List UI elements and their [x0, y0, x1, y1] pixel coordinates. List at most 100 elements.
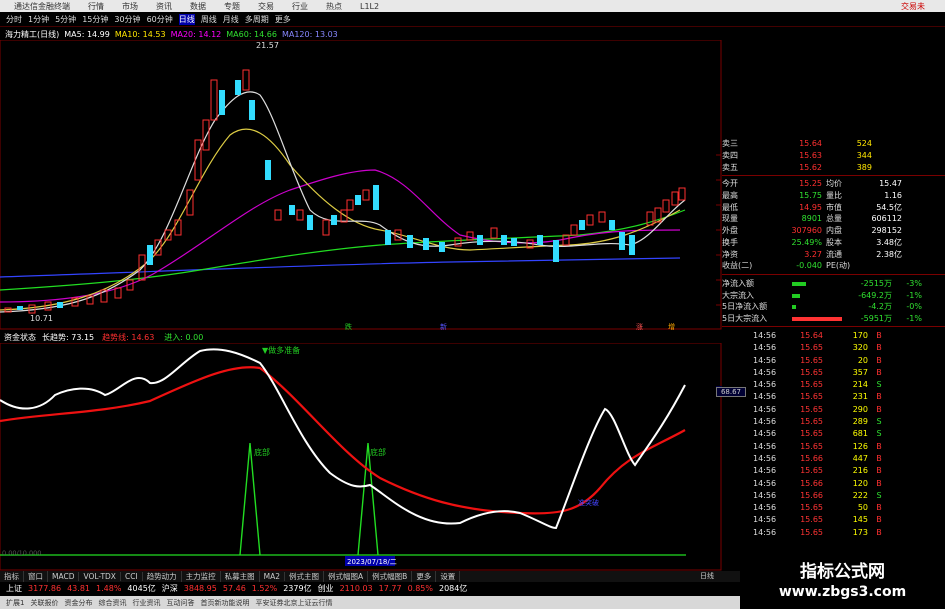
sell-vol: 344 [856, 151, 872, 161]
stat-row: 现量 8901 总量 606112 [722, 213, 945, 225]
tab-item[interactable]: 主力监控 [182, 571, 221, 582]
stat-row: 换手 25.49% 股本 3.48亿 [722, 237, 945, 249]
tick-side: B [876, 527, 882, 537]
tab-item[interactable]: 设置 [436, 571, 461, 582]
stat-row: 外盘 307960 内盘 298152 [722, 225, 945, 237]
tick-row: 14:56 15.64 170 B [722, 329, 945, 341]
index-amount: 4045亿 [127, 584, 156, 593]
tick-price: 15.65 [800, 503, 823, 513]
status-item[interactable]: 资金分布 [64, 598, 92, 608]
period-day[interactable]: 日线 [178, 14, 195, 25]
tab-item[interactable]: 例式主图 [285, 571, 325, 582]
tab-item[interactable]: 趋势动力 [143, 571, 182, 582]
candle [511, 238, 517, 246]
status-item[interactable]: 行业资讯 [132, 598, 160, 608]
menu-zhuanti[interactable]: 专题 [224, 1, 240, 12]
candle [385, 230, 391, 245]
stat-label-2: 股本 [826, 237, 842, 247]
index-value: 3848.95 [183, 584, 217, 593]
candle [289, 205, 295, 215]
flow-label: 大宗流入 [722, 290, 754, 300]
menu-redian[interactable]: 热点 [326, 1, 342, 12]
tab-item[interactable]: 更多 [412, 571, 437, 582]
tab-item[interactable]: CCI [121, 572, 143, 581]
tick-side: B [876, 515, 882, 525]
sell-row: 卖五 15.62 389 [722, 161, 945, 173]
tick-vol: 681 [852, 429, 868, 439]
tab-item[interactable]: 例式幅图B [368, 571, 413, 582]
period-more[interactable]: 更多 [275, 14, 291, 25]
marker-2: 新 [440, 322, 447, 330]
tick-row: 14:56 15.65 290 B [722, 403, 945, 415]
stat-value: 14.95 [799, 202, 822, 212]
menu-zixun[interactable]: 资讯 [156, 1, 172, 12]
status-item[interactable]: 综合资讯 [98, 598, 126, 608]
indicator-bottom-left: 0.00/10.000 [2, 549, 41, 557]
status-item[interactable]: 互动问答 [166, 598, 194, 608]
index-name: 创业 [317, 584, 334, 593]
period-month[interactable]: 月线 [223, 14, 239, 25]
index-pct: 1.48% [96, 584, 122, 593]
tick-price: 15.65 [800, 367, 823, 377]
tick-vol: 290 [852, 404, 868, 414]
stat-label-2: 内盘 [826, 226, 842, 236]
tick-time: 14:56 [753, 392, 777, 402]
status-item[interactable]: 平安证券北京上证云行情 [255, 598, 332, 608]
stat-value-2: 2.38亿 [876, 249, 902, 259]
period-15min[interactable]: 15分钟 [82, 14, 108, 25]
side-tab-day[interactable]: 日线 [700, 571, 740, 582]
status-item[interactable]: 关联报价 [30, 598, 58, 608]
candle [147, 245, 153, 265]
stat-value-2: 15.47 [879, 179, 902, 189]
menu-jiaoyi[interactable]: 交易 [258, 1, 274, 12]
indicator-chart[interactable]: 90.0080.0070.0060.0050.0040.0030.0020.00… [0, 343, 722, 571]
index-change: 57.46 [222, 584, 246, 593]
tick-time: 14:56 [753, 330, 777, 340]
candle [407, 235, 413, 248]
candle [579, 220, 585, 230]
kline-chart[interactable]: 17.0016.0015.0014.0013.0012.0011.00 21.5… [0, 40, 722, 330]
menu-shichang[interactable]: 市场 [122, 1, 138, 12]
status-item[interactable]: 扩展1 [6, 598, 24, 608]
tick-price: 15.65 [800, 404, 823, 414]
tick-time: 14:56 [753, 478, 777, 488]
index-change: 43.81 [67, 584, 90, 593]
tab-item[interactable]: MACD [48, 572, 80, 581]
period-multi[interactable]: 多周期 [245, 14, 269, 25]
menu-hangye[interactable]: 行业 [292, 1, 308, 12]
tick-side: S [876, 417, 882, 427]
menu-hangqing[interactable]: 行情 [88, 1, 104, 12]
status-item[interactable]: 首页新功能说明 [200, 598, 249, 608]
period-fenshi[interactable]: 分时 [6, 14, 22, 25]
candle [355, 195, 361, 205]
index-name: 沪深 [161, 584, 178, 593]
trade-button[interactable]: 交易未 [901, 1, 925, 12]
tick-vol: 126 [852, 441, 868, 451]
period-week[interactable]: 周线 [201, 14, 217, 25]
tab-item[interactable]: 指标 [0, 571, 24, 582]
index-pct: 0.85% [407, 584, 433, 593]
menu-l1l2[interactable]: L1L2 [360, 2, 379, 11]
period-5min[interactable]: 5分钟 [55, 14, 76, 25]
watermark-url: www.zbgs3.com [778, 584, 907, 600]
tab-item[interactable]: 例式幅图A [324, 571, 369, 582]
candle [307, 215, 313, 230]
tick-row: 14:56 15.65 20 B [722, 354, 945, 366]
stat-label-2: PE(动) [826, 261, 851, 271]
ma5-label: MA5: 14.99 [64, 29, 110, 39]
tab-item[interactable]: VOL-TDX [79, 572, 121, 581]
period-1min[interactable]: 1分钟 [28, 14, 49, 25]
period-30min[interactable]: 30分钟 [114, 14, 140, 25]
tick-price: 15.65 [800, 355, 823, 365]
stat-label: 最低 [722, 202, 738, 212]
sell-vol: 389 [856, 162, 872, 172]
tick-time: 14:56 [753, 367, 777, 377]
period-60min[interactable]: 60分钟 [147, 14, 173, 25]
menu-shuju[interactable]: 数据 [190, 1, 206, 12]
tab-item[interactable]: MA2 [260, 572, 286, 581]
tick-row: 14:56 15.66 447 B [722, 452, 945, 464]
tab-item[interactable]: 私募主图 [221, 571, 260, 582]
tick-price: 15.65 [800, 527, 823, 537]
tab-item[interactable]: 窗口 [24, 571, 48, 582]
tick-side: B [876, 355, 882, 365]
